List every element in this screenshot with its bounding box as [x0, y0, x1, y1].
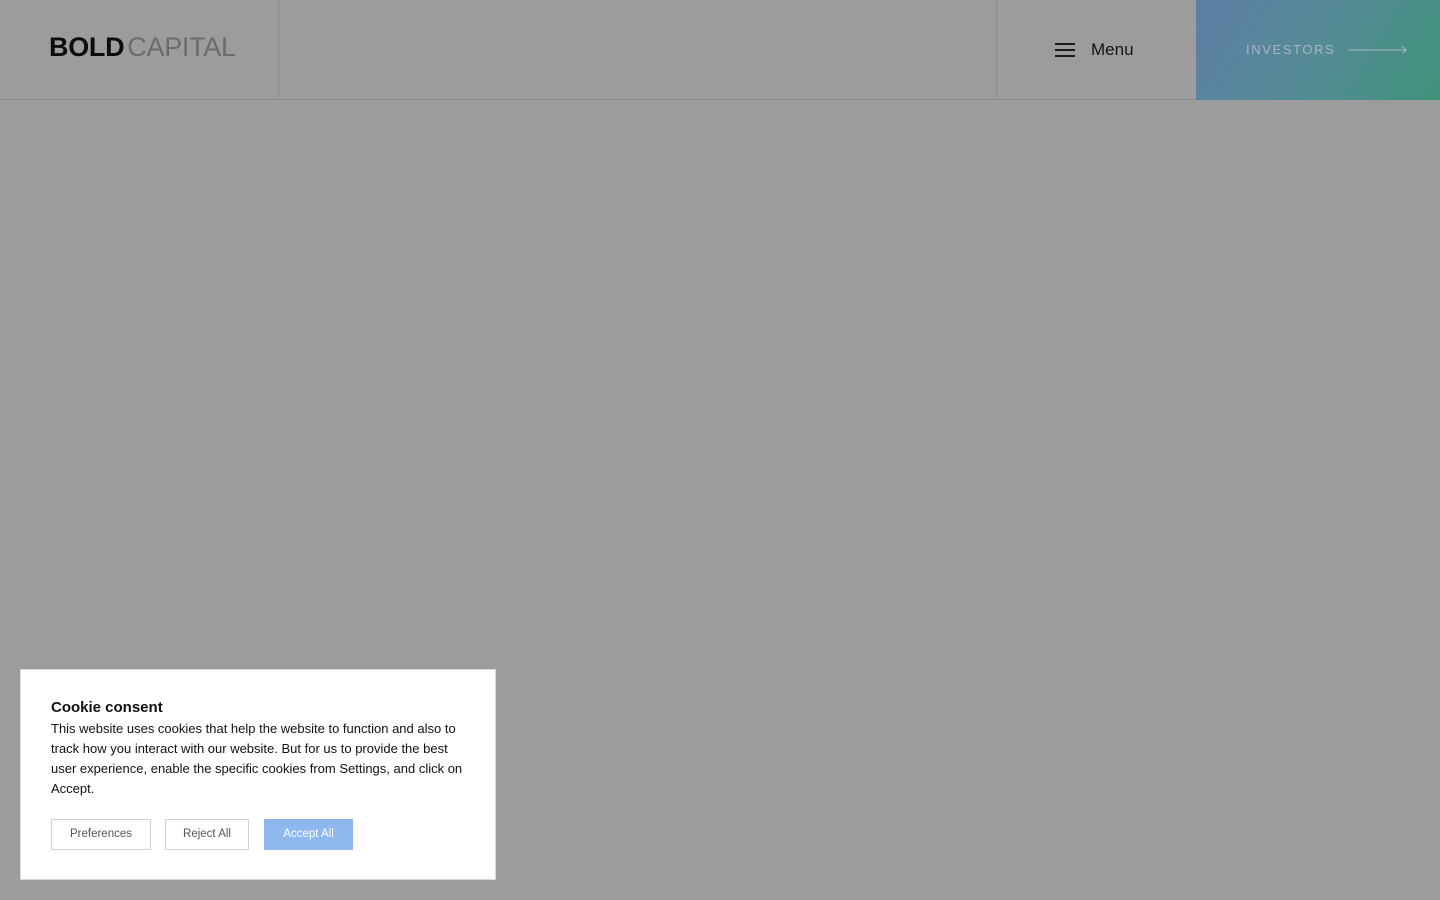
preferences-button[interactable]: Preferences — [51, 819, 151, 850]
cookie-description: This website uses cookies that help the … — [51, 721, 463, 796]
site-logo[interactable]: BOLD CAPITAL — [49, 31, 236, 63]
investors-button[interactable]: INVESTORS — [1196, 0, 1440, 100]
site-header: BOLD CAPITAL Menu INVESTORS — [0, 0, 1440, 100]
menu-button[interactable]: Menu — [997, 0, 1196, 99]
reject-all-button[interactable]: Reject All — [165, 819, 249, 850]
logo-bold-text: BOLD — [49, 32, 125, 62]
logo-light-text: CAPITAL — [127, 32, 236, 62]
header-spacer — [279, 0, 997, 99]
menu-label: Menu — [1091, 40, 1134, 59]
accept-all-button[interactable]: Accept All — [264, 819, 353, 850]
arrow-right-icon — [1348, 46, 1408, 54]
cookie-title: Cookie consent — [51, 699, 163, 716]
hamburger-icon — [1055, 43, 1075, 57]
logo-cell: BOLD CAPITAL — [0, 0, 279, 99]
cookie-consent-dialog: Cookie consent This website uses cookies… — [20, 669, 496, 880]
investors-label: INVESTORS — [1246, 42, 1336, 57]
